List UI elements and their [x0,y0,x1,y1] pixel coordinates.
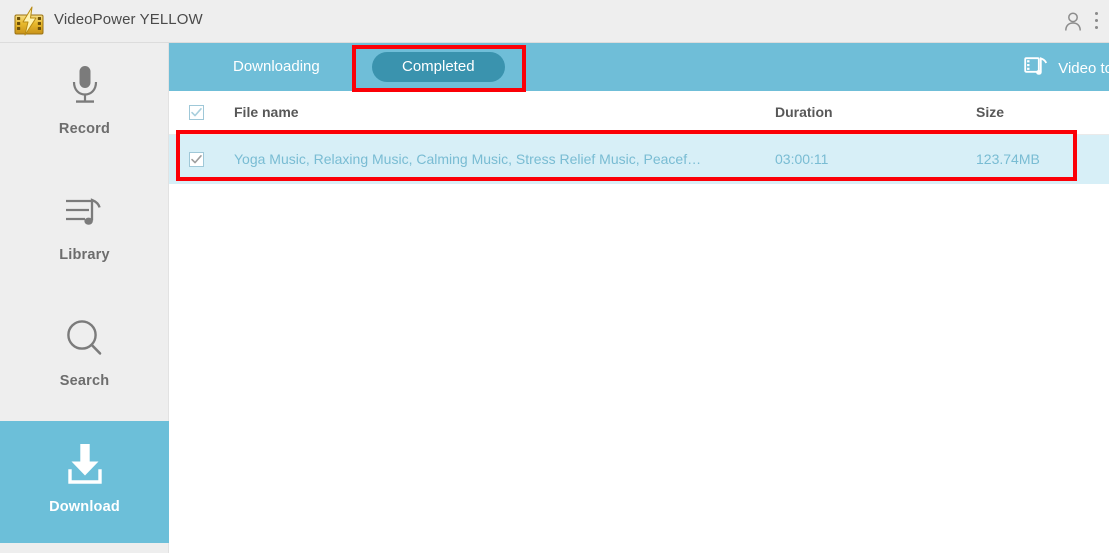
videopower-filmstrip-lightning-logo [12,6,46,38]
cell-size: 123.74MB [976,151,1040,167]
table-row[interactable]: Yoga Music, Relaxing Music, Calming Musi… [169,135,1109,184]
video-to-button[interactable]: Video to [1024,55,1109,82]
sidebar-item-library[interactable]: Library [0,169,169,293]
column-header-file-name[interactable]: File name [234,104,299,120]
download-arrow-icon [58,439,112,491]
app-title: VideoPower YELLOW [54,11,203,28]
tab-bar: Downloading Completed Video to [169,43,1109,91]
cell-duration: 03:00:11 [775,151,829,167]
video-to-audio-convert-icon [1024,55,1048,82]
tab-downloading[interactable]: Downloading [211,52,342,82]
sidebar-item-download-label: Download [49,499,120,515]
title-bar: VideoPower YELLOW [0,0,1109,43]
sidebar-item-search-label: Search [59,373,110,389]
column-header-size[interactable]: Size [976,104,1004,120]
select-all-checkbox[interactable] [189,105,204,120]
sidebar-item-search[interactable]: Search [0,295,169,419]
video-to-label: Video to [1058,60,1109,77]
microphone-icon [63,61,107,113]
search-icon [62,313,108,365]
playlist-music-icon [61,187,109,239]
sidebar-item-download[interactable]: Download [0,421,169,543]
tab-completed[interactable]: Completed [372,52,505,82]
table-header: File name Duration Size [169,91,1109,135]
sidebar-item-library-label: Library [59,247,110,263]
sidebar: Record Library Search Download [0,43,169,553]
user-account-icon[interactable] [1063,11,1083,32]
videopower-window: VideoPower YELLOW Record Library Search … [0,0,1109,553]
main-content: Downloading Completed Video to File name… [169,43,1109,553]
sidebar-item-record[interactable]: Record [0,43,169,167]
sidebar-item-record-label: Record [58,121,111,137]
row-checkbox[interactable] [189,152,204,167]
overflow-menu-icon[interactable] [1090,12,1102,31]
column-header-duration[interactable]: Duration [775,104,833,120]
cell-file-name[interactable]: Yoga Music, Relaxing Music, Calming Musi… [234,151,701,167]
